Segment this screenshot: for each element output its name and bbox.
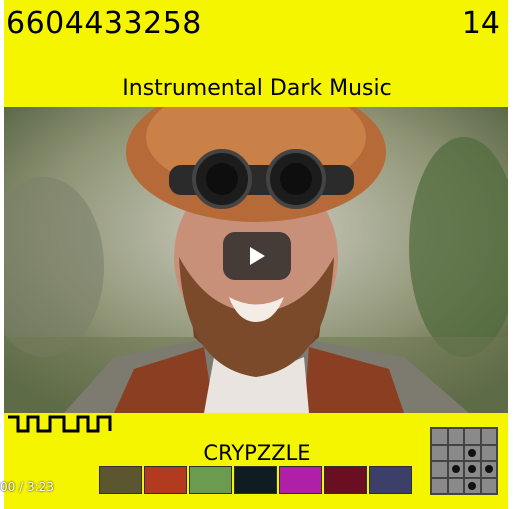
play-button[interactable] bbox=[223, 232, 291, 280]
grid-cell bbox=[481, 478, 496, 493]
subtitle: Instrumental Dark Music bbox=[122, 76, 392, 101]
puzzle-grid-icon bbox=[430, 427, 498, 495]
color-swatch[interactable] bbox=[279, 466, 322, 494]
grid-cell bbox=[448, 445, 463, 460]
catalog-number: 6604433258 bbox=[6, 6, 202, 41]
grid-cell bbox=[432, 445, 447, 460]
grid-cell bbox=[448, 478, 463, 493]
grid-cell bbox=[481, 445, 496, 460]
grid-cell bbox=[432, 429, 447, 444]
grid-cell-dot bbox=[465, 462, 480, 477]
color-swatch[interactable] bbox=[369, 466, 412, 494]
grid-cell bbox=[448, 429, 463, 444]
grid-cell bbox=[432, 462, 447, 477]
wave-logo-icon bbox=[8, 415, 112, 433]
grid-cell-dot bbox=[465, 478, 480, 493]
grid-cell-dot bbox=[465, 445, 480, 460]
color-swatch[interactable] bbox=[189, 466, 232, 494]
grid-cell-dot bbox=[481, 462, 496, 477]
color-swatch[interactable] bbox=[99, 466, 142, 494]
color-swatch[interactable] bbox=[324, 466, 367, 494]
grid-cell bbox=[465, 429, 480, 444]
grid-cell bbox=[432, 478, 447, 493]
grid-cell-dot bbox=[448, 462, 463, 477]
color-swatch[interactable] bbox=[144, 466, 187, 494]
play-icon bbox=[250, 247, 265, 265]
color-swatch[interactable] bbox=[234, 466, 277, 494]
grid-cell bbox=[481, 429, 496, 444]
track-count: 14 bbox=[461, 6, 500, 41]
playback-time: 00 / 3:23 bbox=[0, 480, 54, 494]
color-palette bbox=[99, 466, 412, 494]
